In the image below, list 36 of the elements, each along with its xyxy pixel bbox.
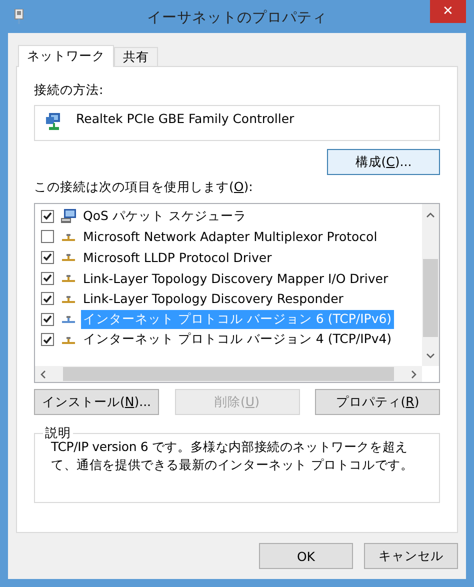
tab[interactable]: 共有 <box>114 47 158 66</box>
checkbox[interactable] <box>41 272 54 285</box>
checkbox[interactable] <box>41 210 54 223</box>
list-item[interactable]: Link-Layer Topology Discovery Mapper I/O Driver <box>81 270 390 287</box>
window-title: イーサネットのプロパティ <box>147 10 327 26</box>
checkbox[interactable] <box>41 312 54 326</box>
list-item[interactable]: QoS パケット スケジューラ <box>81 206 248 226</box>
list-item[interactable]: Link-Layer Topology Discovery Responder <box>81 290 346 308</box>
scroll-right-icon[interactable] <box>411 370 417 378</box>
close-button[interactable]: ✕ <box>430 0 466 23</box>
list-item[interactable]: Microsoft LLDP Protocol Driver <box>81 248 274 266</box>
description-group: 説明 TCP/IP version 6 です。多様な内部接続のネットワークを超えて、通信を提供できる最新のインターネット プロトコルです。 <box>34 425 440 503</box>
checkbox[interactable] <box>41 333 54 346</box>
checkbox[interactable] <box>41 250 54 264</box>
list-item[interactable]: インターネット プロトコル バージョン 4 (TCP/IPv4) <box>81 330 394 350</box>
checkbox[interactable] <box>41 292 54 306</box>
scroll-up-icon[interactable] <box>426 212 435 218</box>
list-label: この接続は次の項目を使用します(O): <box>34 179 254 196</box>
properties-button[interactable]: プロパティ(R) <box>315 389 440 415</box>
vertical-scrollbar[interactable] <box>422 204 439 366</box>
ethernet-icon <box>14 9 24 25</box>
checkbox[interactable] <box>41 230 54 244</box>
configure-button[interactable]: 構成(C)... <box>327 149 440 175</box>
computer-icon <box>60 208 77 224</box>
install-button[interactable]: インストール(N)... <box>34 389 159 415</box>
ok-button[interactable]: OK <box>259 543 353 569</box>
scroll-down-icon[interactable] <box>426 353 435 359</box>
cancel-button[interactable]: キャンセル <box>364 543 458 569</box>
scroll-left-icon[interactable] <box>40 370 46 378</box>
tab[interactable]: ネットワーク <box>18 45 114 67</box>
horizontal-scrollbar[interactable] <box>35 366 422 382</box>
network-adapter-icon <box>46 113 62 130</box>
field-label: 接続の方法: <box>34 82 104 99</box>
adapter-field: Realtek PCIe GBE Family Controller <box>34 105 440 141</box>
list-item[interactable]: Microsoft Network Adapter Multiplexor Protocol <box>81 228 380 246</box>
description-text: TCP/IP version 6 です。多様な内部接続のネットワークを超えて、通信を提供できる最新のインターネット プロトコルです。 <box>51 439 414 474</box>
